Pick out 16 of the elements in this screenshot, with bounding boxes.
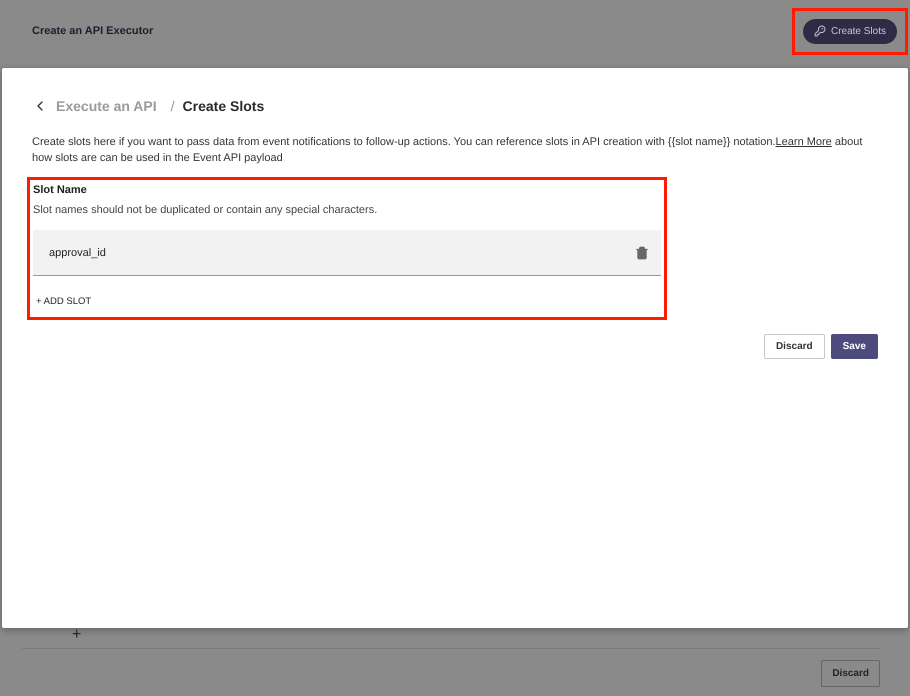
hint-text: Slot names should not be duplicated or contain any special characters. [33,204,378,216]
learn-more-link[interactable]: Learn More [776,136,832,148]
discard-button[interactable]: Discard [764,334,825,359]
create-slots-button[interactable]: Create Slots [802,18,897,44]
add-icon[interactable]: + [72,628,880,642]
add-slot-button[interactable]: + ADD SLOT [33,292,94,311]
breadcrumb-item: Create Slots [182,98,264,114]
section-title: Slot Name [33,184,88,196]
breadcrumb-separator: / [170,98,175,114]
key-icon [814,25,826,37]
discard-button[interactable]: Discard [821,660,880,687]
delete-icon[interactable] [635,246,649,260]
page-title: Create an API Executor [32,25,154,37]
description-text: Create slots here if you want to pass data from event notifications to follow-up actions. You can reference slots in API creation with {{slot name}} notation.Learn More about how slots are can be used in the Event API payload [32,135,864,166]
save-button[interactable]: Save [830,334,878,359]
slot-name-input[interactable]: approval_id [49,246,349,258]
